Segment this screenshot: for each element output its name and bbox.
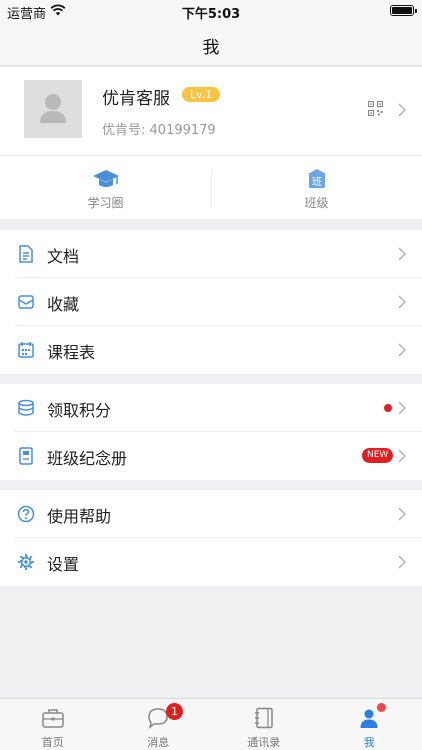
avatar-placeholder-icon: [40, 94, 66, 123]
profile-id-value: 40199179: [149, 123, 216, 138]
tab-contacts[interactable]: 通讯录: [211, 699, 317, 750]
class-icon-glyph: 班: [312, 176, 322, 188]
menu-item-settings[interactable]: 设置: [0, 538, 422, 586]
document-icon: [19, 245, 33, 263]
chevron-right-icon: [398, 507, 407, 521]
quick-actions: 学习圈 班 班级: [0, 155, 422, 219]
tab-me[interactable]: 我: [317, 699, 422, 750]
menu-item-favorites[interactable]: 收藏: [0, 278, 422, 326]
menu-group-2: 领取积分 班级纪念册 NEW: [0, 384, 422, 480]
menu-item-label: 设置: [47, 555, 80, 574]
chevron-right-icon: [398, 295, 407, 309]
menu-group-1: 文档 收藏 课程表: [0, 230, 422, 374]
quick-action-class[interactable]: 班 班级: [211, 156, 422, 220]
message-count-badge: 1: [166, 703, 183, 720]
menu-item-label: 领取积分: [47, 401, 112, 420]
profile-name: 优肯客服: [102, 89, 170, 109]
profile-id-label: 优肯号:: [102, 123, 146, 138]
page-title: 我: [202, 38, 220, 58]
battery-icon: [390, 5, 417, 16]
album-icon: [19, 447, 33, 465]
chevron-right-icon: [398, 103, 407, 117]
level-badge: Lv.1: [182, 87, 221, 102]
notification-dot: [377, 703, 386, 712]
new-badge: NEW: [362, 448, 394, 463]
menu-item-class-album[interactable]: 班级纪念册 NEW: [0, 432, 422, 480]
menu-item-documents[interactable]: 文档: [0, 230, 422, 278]
unread-dot: [384, 404, 392, 412]
profile-id-row: 优肯号: 40199179: [102, 119, 216, 138]
quick-action-label: 学习圈: [87, 196, 124, 210]
quick-action-study-circle[interactable]: 学习圈: [0, 156, 211, 220]
contacts-book-icon: [254, 707, 273, 729]
tab-label: 首页: [41, 736, 64, 749]
menu-item-label: 班级纪念册: [47, 449, 128, 468]
avatar[interactable]: [24, 80, 82, 138]
menu-item-help[interactable]: 使用帮助: [0, 490, 422, 538]
gear-icon: [18, 554, 34, 570]
menu-group-3: 使用帮助 设置: [0, 490, 422, 586]
status-time: 下午5:03: [181, 7, 241, 22]
help-icon: [17, 505, 35, 523]
qr-code-icon[interactable]: [368, 101, 383, 116]
tab-messages[interactable]: 消息: [106, 699, 212, 750]
navigation-bar: 我: [0, 22, 422, 66]
menu-item-label: 使用帮助: [47, 507, 112, 526]
chevron-right-icon: [398, 247, 407, 261]
menu-item-label: 文档: [47, 247, 80, 266]
status-bar: 运营商 下午5:03: [0, 0, 422, 22]
chevron-right-icon: [398, 343, 407, 357]
points-icon: [18, 399, 34, 416]
profile-card[interactable]: 优肯客服 Lv.1 优肯号: 40199179: [0, 67, 422, 155]
home-briefcase-icon: [42, 709, 64, 728]
tab-label: 消息: [147, 736, 170, 749]
menu-item-label: 收藏: [47, 295, 80, 314]
menu-item-timetable[interactable]: 课程表: [0, 326, 422, 374]
tab-bar: 首页 消息 1 通讯录 我: [0, 698, 422, 750]
calendar-icon: [18, 342, 34, 358]
class-icon: 班: [307, 169, 326, 188]
tab-home[interactable]: 首页: [0, 699, 106, 750]
menu-item-label: 课程表: [47, 343, 96, 362]
favorites-icon: [18, 295, 34, 309]
quick-action-label: 班级: [304, 196, 329, 210]
graduation-cap-icon: [92, 170, 119, 187]
tab-label: 通讯录: [247, 736, 281, 749]
tab-label: 我: [363, 736, 375, 749]
chevron-right-icon: [398, 449, 407, 463]
chevron-right-icon: [398, 555, 407, 569]
menu-item-claim-points[interactable]: 领取积分: [0, 384, 422, 432]
chevron-right-icon: [398, 401, 407, 415]
